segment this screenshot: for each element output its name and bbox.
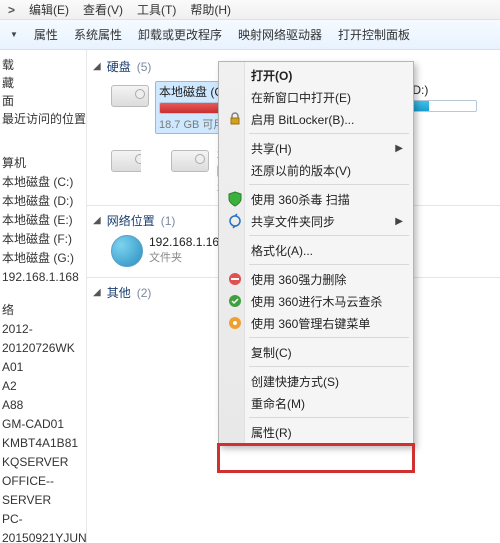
chevron-down-icon: ▼ xyxy=(10,30,18,39)
ctx-share[interactable]: 共享(H)▶ xyxy=(221,137,411,159)
context-menu: 打开(O) 在新窗口中打开(E) 启用 BitLocker(B)... 共享(H… xyxy=(218,61,414,446)
sidebar-network[interactable]: 络 xyxy=(2,301,86,320)
ctx-360-right-menu[interactable]: 使用 360管理右键菜单 xyxy=(221,312,411,334)
ctx-format[interactable]: 格式化(A)... xyxy=(221,239,411,261)
sidebar-network-item[interactable]: OFFICE--SERVER xyxy=(2,472,86,510)
ctx-properties[interactable]: 属性(R) xyxy=(221,421,411,443)
drive-e[interactable]: 本 30 xyxy=(111,144,141,195)
cloud-scan-icon xyxy=(227,293,243,309)
netloc-sub: 文件夹 xyxy=(149,249,226,265)
sidebar-network-item[interactable]: KMBT4A1B81 xyxy=(2,434,86,453)
ctx-create-shortcut[interactable]: 创建快捷方式(S) xyxy=(221,370,411,392)
ctx-360-cloud-scan[interactable]: 使用 360进行木马云查杀 xyxy=(221,290,411,312)
toolbar-map-drive[interactable]: 映射网络驱动器 xyxy=(238,26,322,43)
ctx-rename[interactable]: 重命名(M) xyxy=(221,392,411,414)
toolbar-properties[interactable]: 属性 xyxy=(34,26,58,43)
sidebar-item-drive-g[interactable]: 本地磁盘 (G:) xyxy=(2,249,86,268)
toolbar-system-properties[interactable]: 系统属性 xyxy=(74,26,122,43)
sidebar-network-item[interactable]: PC-20150921YJUN xyxy=(2,510,86,543)
navigation-sidebar: 载 藏 面 最近访问的位置 算机 本地磁盘 (C:) 本地磁盘 (D:) 本地磁… xyxy=(0,50,87,543)
sidebar-fav-item[interactable]: 载 xyxy=(2,56,86,74)
hdd-icon xyxy=(111,144,141,176)
sidebar-fav-item[interactable]: 面 xyxy=(2,92,86,110)
ctx-restore-previous[interactable]: 还原以前的版本(V) xyxy=(221,159,411,181)
sidebar-network-item[interactable]: A01 xyxy=(2,358,86,377)
sidebar-item-drive-f[interactable]: 本地磁盘 (F:) xyxy=(2,230,86,249)
menu-help[interactable]: 帮助(H) xyxy=(190,1,231,18)
sidebar-fav-item[interactable]: 藏 xyxy=(2,74,86,92)
ctx-bitlocker[interactable]: 启用 BitLocker(B)... xyxy=(221,108,411,130)
collapse-icon: ◢ xyxy=(93,61,101,72)
toolbar-uninstall[interactable]: 卸载或更改程序 xyxy=(138,26,222,43)
sidebar-network-item[interactable]: A2 xyxy=(2,377,86,396)
ctx-folder-sync[interactable]: 共享文件夹同步▶ xyxy=(221,210,411,232)
ctx-open-new-window[interactable]: 在新窗口中打开(E) xyxy=(221,86,411,108)
toolbar: ▼ 属性 系统属性 卸载或更改程序 映射网络驱动器 打开控制面板 xyxy=(0,20,500,50)
ctx-open[interactable]: 打开(O) xyxy=(221,64,411,86)
hdd-icon xyxy=(111,79,149,111)
menu-back-arrow[interactable]: > xyxy=(8,3,15,17)
lock-icon xyxy=(227,111,243,127)
menu-manage-icon xyxy=(227,315,243,331)
collapse-icon: ◢ xyxy=(93,287,101,298)
hdd-icon xyxy=(171,144,211,176)
shield-icon xyxy=(227,191,243,207)
sidebar-network-item[interactable]: A88 xyxy=(2,396,86,415)
sync-icon xyxy=(227,213,243,229)
ctx-360-force-delete[interactable]: 使用 360强力删除 xyxy=(221,268,411,290)
submenu-arrow-icon: ▶ xyxy=(395,143,403,154)
sidebar-network-item[interactable]: KQSERVER xyxy=(2,453,86,472)
sidebar-network-item[interactable]: GM-CAD01 xyxy=(2,415,86,434)
sidebar-item-drive-d[interactable]: 本地磁盘 (D:) xyxy=(2,192,86,211)
sidebar-item-netplace[interactable]: 192.168.1.168 xyxy=(2,268,86,287)
sidebar-fav-item[interactable]: 最近访问的位置 xyxy=(2,110,86,128)
toolbar-control-panel[interactable]: 打开控制面板 xyxy=(338,26,410,43)
globe-icon xyxy=(111,235,143,267)
collapse-icon: ◢ xyxy=(93,215,101,226)
delete-icon xyxy=(227,271,243,287)
menu-tools[interactable]: 工具(T) xyxy=(137,1,176,18)
sidebar-computer[interactable]: 算机 xyxy=(2,154,86,173)
menu-bar: > 编辑(E) 查看(V) 工具(T) 帮助(H) xyxy=(0,0,500,20)
ctx-copy[interactable]: 复制(C) xyxy=(221,341,411,363)
toolbar-dropdown[interactable]: ▼ xyxy=(10,30,18,39)
submenu-arrow-icon: ▶ xyxy=(395,216,403,227)
menu-edit[interactable]: 编辑(E) xyxy=(29,1,69,18)
ctx-360-scan[interactable]: 使用 360杀毒 扫描 xyxy=(221,188,411,210)
menu-view[interactable]: 查看(V) xyxy=(83,1,123,18)
netloc-name: 192.168.1.168 xyxy=(149,235,226,249)
sidebar-item-drive-e[interactable]: 本地磁盘 (E:) xyxy=(2,211,86,230)
sidebar-item-drive-c[interactable]: 本地磁盘 (C:) xyxy=(2,173,86,192)
sidebar-network-item[interactable]: 2012-20120726WK xyxy=(2,320,86,358)
